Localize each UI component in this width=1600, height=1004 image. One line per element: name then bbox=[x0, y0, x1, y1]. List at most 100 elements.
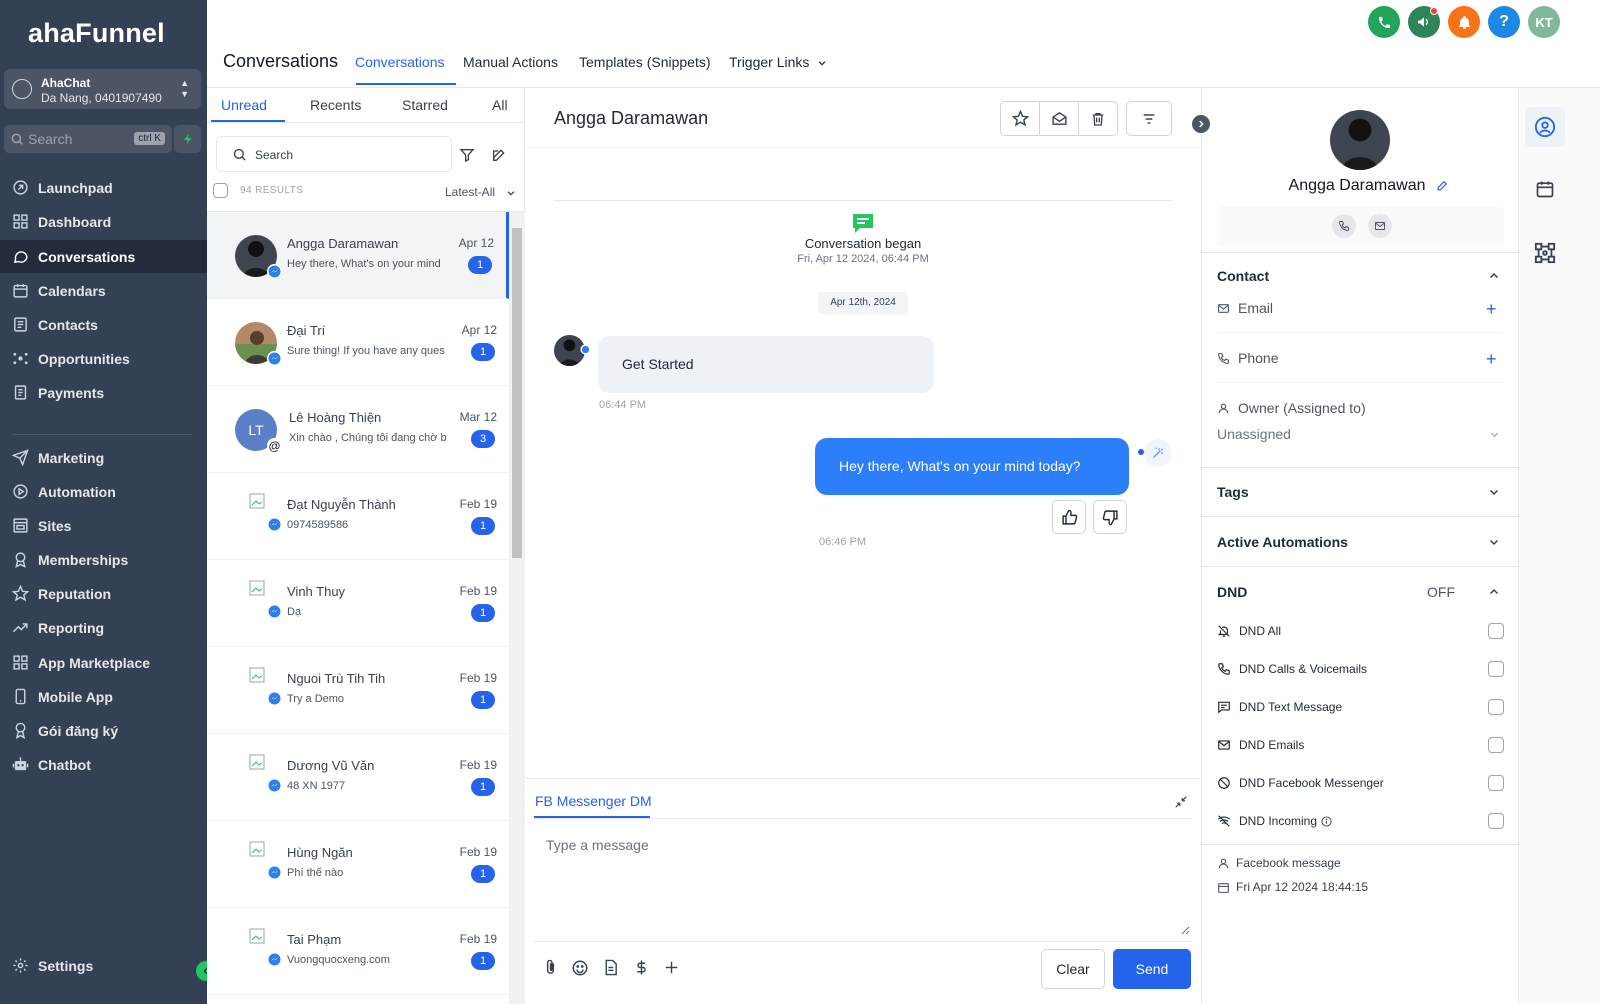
chevron-up-icon[interactable] bbox=[1488, 586, 1500, 598]
edit-pencil-icon[interactable] bbox=[1436, 179, 1449, 192]
email-field[interactable]: Email bbox=[1217, 300, 1273, 316]
chevron-up-icon[interactable] bbox=[1488, 270, 1500, 282]
star-button[interactable] bbox=[1001, 102, 1040, 135]
quick-action-button[interactable] bbox=[174, 125, 201, 153]
add-email-button[interactable]: + bbox=[1486, 300, 1497, 318]
sidebar-item-reporting[interactable]: Reporting bbox=[0, 611, 207, 644]
tab-manual-actions[interactable]: Manual Actions bbox=[463, 54, 558, 70]
select-all-checkbox[interactable] bbox=[213, 183, 228, 198]
dnd-facebook-row[interactable]: DND Facebook Messenger bbox=[1217, 773, 1504, 793]
document-icon[interactable] bbox=[602, 959, 619, 976]
sidebar-item-settings[interactable]: Settings bbox=[0, 949, 207, 982]
sidebar-item-app-marketplace[interactable]: App Marketplace bbox=[0, 646, 207, 679]
sidebar-item-marketing[interactable]: Marketing bbox=[0, 441, 207, 474]
conversation-item[interactable]: Đạt Nguyễn Thành 0974589586 Feb 19 1 bbox=[207, 473, 509, 560]
sidebar-item-reputation[interactable]: Reputation bbox=[0, 577, 207, 610]
send-button[interactable]: Send bbox=[1113, 949, 1191, 989]
sidebar-item-sites[interactable]: Sites bbox=[0, 509, 207, 542]
contact-section-title[interactable]: Contact bbox=[1217, 268, 1269, 284]
workflows-tab[interactable] bbox=[1525, 233, 1565, 273]
conversation-item[interactable]: Đại Trí Sure thing! If you have any ques… bbox=[207, 299, 509, 386]
delete-button[interactable] bbox=[1079, 102, 1117, 135]
dnd-calls-row[interactable]: DND Calls & Voicemails bbox=[1217, 659, 1504, 679]
add-phone-button[interactable]: + bbox=[1486, 350, 1497, 368]
phone-button[interactable] bbox=[1368, 6, 1400, 38]
channel-tab-fb-messenger[interactable]: FB Messenger DM bbox=[535, 793, 652, 809]
scrollbar-thumb[interactable] bbox=[512, 228, 522, 558]
sidebar-item-chatbot[interactable]: Chatbot bbox=[0, 748, 207, 781]
tab-conversations[interactable]: Conversations bbox=[355, 54, 445, 70]
sidebar-item-calendars[interactable]: Calendars bbox=[0, 274, 207, 307]
email-contact-button[interactable] bbox=[1368, 214, 1392, 238]
conversation-item[interactable]: Vinh Thuy Dạ Feb 19 1 bbox=[207, 560, 509, 647]
conversation-item[interactable]: LT @ Lê Hoàng Thiện Xin chào , Chúng tôi… bbox=[207, 386, 509, 473]
conversation-item[interactable]: Tai Phạm Vuongquocxeng.com Feb 19 1 bbox=[207, 908, 509, 995]
filter-icon[interactable] bbox=[459, 147, 475, 163]
dnd-incoming-row[interactable]: DND Incoming bbox=[1217, 811, 1504, 831]
dnd-section-title[interactable]: DND bbox=[1217, 584, 1247, 600]
conversation-item[interactable]: Angga Daramawan Hey there, What's on you… bbox=[207, 212, 509, 299]
list-tab-recents[interactable]: Recents bbox=[310, 97, 361, 113]
chat-filter-button[interactable] bbox=[1126, 101, 1172, 136]
dnd-emails-checkbox[interactable] bbox=[1488, 737, 1504, 753]
automations-section-title[interactable]: Active Automations bbox=[1217, 534, 1348, 550]
list-tab-all[interactable]: All bbox=[492, 97, 508, 113]
contact-details-tab[interactable] bbox=[1525, 107, 1565, 147]
dollar-icon[interactable] bbox=[633, 959, 650, 976]
call-contact-button[interactable] bbox=[1332, 214, 1356, 238]
sidebar-item-contacts[interactable]: Contacts bbox=[0, 308, 207, 341]
notifications-button[interactable] bbox=[1448, 6, 1480, 38]
dnd-emails-row[interactable]: DND Emails bbox=[1217, 735, 1504, 755]
message-input[interactable] bbox=[534, 827, 1192, 939]
ai-suggest-button[interactable] bbox=[1144, 439, 1172, 467]
tab-templates[interactable]: Templates (Snippets) bbox=[579, 54, 711, 70]
tab-trigger-links[interactable]: Trigger Links bbox=[729, 54, 827, 70]
conversation-search-input[interactable]: Search bbox=[216, 136, 452, 172]
dnd-incoming-checkbox[interactable] bbox=[1488, 813, 1504, 829]
sidebar-item-automation[interactable]: Automation bbox=[0, 475, 207, 508]
sidebar-item-launchpad[interactable]: Launchpad bbox=[0, 171, 207, 204]
tags-section-title[interactable]: Tags bbox=[1217, 484, 1249, 500]
resize-grip-icon[interactable] bbox=[1180, 925, 1190, 935]
toggle-contact-panel-button[interactable] bbox=[1192, 115, 1210, 133]
thumbs-down-button[interactable] bbox=[1093, 500, 1127, 534]
conversation-item[interactable]: Dương Vũ Văn 48 XN 1977 Feb 19 1 bbox=[207, 734, 509, 821]
conversation-item[interactable]: Hùng Ngăn Phí thế nào Feb 19 1 bbox=[207, 821, 509, 908]
attachment-icon[interactable] bbox=[542, 959, 559, 976]
sort-dropdown[interactable]: Latest-All bbox=[445, 185, 516, 199]
sidebar-item-payments[interactable]: Payments bbox=[0, 376, 207, 409]
dnd-facebook-checkbox[interactable] bbox=[1488, 775, 1504, 791]
sidebar-item-mobile-app[interactable]: Mobile App bbox=[0, 680, 207, 713]
dnd-text-checkbox[interactable] bbox=[1488, 699, 1504, 715]
compose-icon[interactable] bbox=[491, 147, 507, 163]
user-avatar[interactable]: KT bbox=[1528, 6, 1560, 38]
appointments-tab[interactable] bbox=[1525, 169, 1565, 209]
sidebar-search[interactable]: Search ctrl K bbox=[4, 125, 172, 153]
minimize-icon[interactable] bbox=[1174, 795, 1188, 809]
dnd-all-checkbox[interactable] bbox=[1488, 623, 1504, 639]
dnd-calls-checkbox[interactable] bbox=[1488, 661, 1504, 677]
emoji-icon[interactable] bbox=[571, 959, 589, 977]
sidebar-item-dashboard[interactable]: Dashboard bbox=[0, 205, 207, 238]
dnd-text-row[interactable]: DND Text Message bbox=[1217, 697, 1504, 717]
phone-field[interactable]: Phone bbox=[1217, 350, 1278, 366]
list-tab-unread[interactable]: Unread bbox=[221, 97, 267, 113]
sidebar-item-conversations[interactable]: Conversations bbox=[0, 240, 207, 273]
mark-read-button[interactable] bbox=[1040, 102, 1079, 135]
chevron-down-icon[interactable] bbox=[1488, 536, 1500, 548]
sidebar-item-opportunities[interactable]: Opportunities bbox=[0, 342, 207, 375]
list-tab-starred[interactable]: Starred bbox=[402, 97, 448, 113]
owner-select[interactable]: Unassigned bbox=[1217, 426, 1291, 442]
clear-button[interactable]: Clear bbox=[1041, 949, 1105, 989]
chevron-down-icon[interactable] bbox=[1489, 429, 1500, 440]
thumbs-up-button[interactable] bbox=[1052, 500, 1086, 534]
account-switcher[interactable]: AhaChat Da Nang, 0401907490 ▲ ▼ bbox=[4, 69, 201, 109]
list-scrollbar[interactable] bbox=[509, 212, 525, 1004]
chevron-down-icon[interactable] bbox=[1488, 486, 1500, 498]
help-button[interactable]: ? bbox=[1488, 6, 1520, 38]
sidebar-item-memberships[interactable]: Memberships bbox=[0, 543, 207, 576]
conversation-item[interactable]: Nguoi Trù Tih Tih Try a Demo Feb 19 1 bbox=[207, 647, 509, 734]
sidebar-item-subscription[interactable]: Gói đăng ký bbox=[0, 714, 207, 747]
dnd-all-row[interactable]: DND All bbox=[1217, 621, 1504, 641]
announcements-button[interactable] bbox=[1408, 6, 1440, 38]
